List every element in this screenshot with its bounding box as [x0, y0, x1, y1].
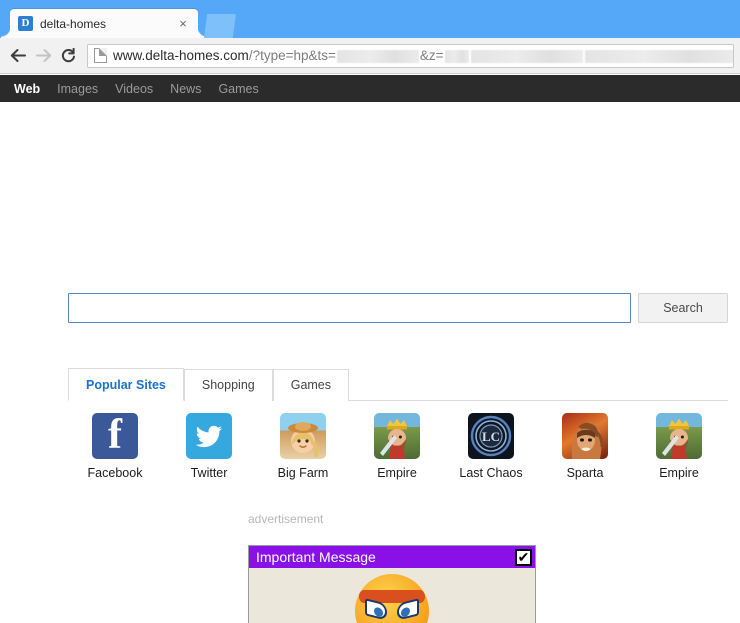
tab-popular-sites[interactable]: Popular Sites [68, 368, 184, 401]
url-redacted-3 [470, 49, 583, 63]
search-button[interactable]: Search [638, 293, 728, 323]
browser-titlebar: D delta-homes × [0, 0, 740, 38]
advertisement-block: advertisement Important Message ✔ [248, 512, 536, 623]
big-farm-icon [280, 413, 326, 459]
tile-label: Sparta [566, 466, 604, 480]
tile-label: Last Chaos [459, 466, 523, 480]
browser-toolbar: www.delta-homes.com/?type=hp&ts= &z= [0, 38, 740, 74]
ad-banner-header: Important Message ✔ [249, 546, 535, 568]
empire-icon [374, 413, 420, 459]
advertisement-label: advertisement [248, 512, 324, 526]
site-favicon-icon: D [18, 16, 33, 31]
back-button[interactable] [6, 43, 31, 68]
page-document-icon [94, 48, 107, 63]
close-icon[interactable]: × [176, 17, 190, 31]
tile-twitter[interactable]: Twitter [162, 413, 256, 488]
checkmark-glyph: ✔ [517, 549, 530, 565]
ad-banner[interactable]: Important Message ✔ [248, 545, 536, 623]
topnav-item-games[interactable]: Games [218, 82, 258, 96]
tile-label: Facebook [87, 466, 143, 480]
tile-big-farm[interactable]: Big Farm [256, 413, 350, 488]
topnav-item-news[interactable]: News [170, 82, 201, 96]
checkbox-checked-icon[interactable]: ✔ [515, 548, 532, 566]
search-input[interactable] [68, 293, 631, 323]
tile-last-chaos[interactable]: LC Last Chaos [444, 413, 538, 488]
sparta-icon [562, 413, 608, 459]
angry-emoji-icon [355, 574, 429, 623]
tile-empire-1[interactable]: Empire [350, 413, 444, 488]
tab-games[interactable]: Games [272, 369, 350, 401]
topnav-item-videos[interactable]: Videos [115, 82, 153, 96]
tile-label: Twitter [190, 466, 228, 480]
url-redacted-1 [336, 49, 419, 63]
page-viewport: Web Images Videos News Games Search Popu… [0, 75, 740, 623]
url-text: www.delta-homes.com/?type=hp&ts= &z= [113, 48, 733, 63]
site-topnav: Web Images Videos News Games [0, 75, 740, 102]
popular-sites-tiles: Facebook Twitter [68, 413, 728, 488]
url-path: /?type=hp&ts= [248, 48, 336, 63]
twitter-icon [186, 413, 232, 459]
browser-tab[interactable]: D delta-homes × [1, 9, 207, 38]
svg-text:LC: LC [482, 429, 500, 444]
last-chaos-icon: LC [468, 413, 514, 459]
ad-banner-body [249, 568, 535, 623]
address-bar[interactable]: www.delta-homes.com/?type=hp&ts= &z= [87, 43, 734, 68]
search-row: Search [68, 293, 728, 323]
tile-empire-2[interactable]: Empire [632, 413, 726, 488]
empire-icon [656, 413, 702, 459]
tab-title: delta-homes [40, 16, 107, 31]
tile-label: Big Farm [277, 466, 329, 480]
browser-window: D delta-homes × www.delta-homes.com/?typ… [0, 0, 740, 623]
new-tab-button[interactable] [204, 14, 236, 38]
topnav-item-web[interactable]: Web [14, 82, 40, 96]
topnav-item-images[interactable]: Images [57, 82, 98, 96]
url-host: www.delta-homes.com [113, 48, 249, 63]
facebook-icon [92, 413, 138, 459]
tile-sparta[interactable]: Sparta [538, 413, 632, 488]
tab-shopping[interactable]: Shopping [183, 369, 273, 401]
url-redacted-2 [444, 49, 469, 63]
tile-label: Empire [377, 466, 417, 480]
tile-facebook[interactable]: Facebook [68, 413, 162, 488]
reload-button[interactable] [56, 43, 81, 68]
ad-banner-title: Important Message [256, 549, 376, 565]
url-param-z: &z= [419, 48, 444, 63]
url-redacted-4 [584, 49, 733, 63]
category-tabs: Popular Sites Shopping Games [68, 368, 728, 401]
tile-label: Empire [659, 466, 699, 480]
forward-button[interactable] [31, 43, 56, 68]
